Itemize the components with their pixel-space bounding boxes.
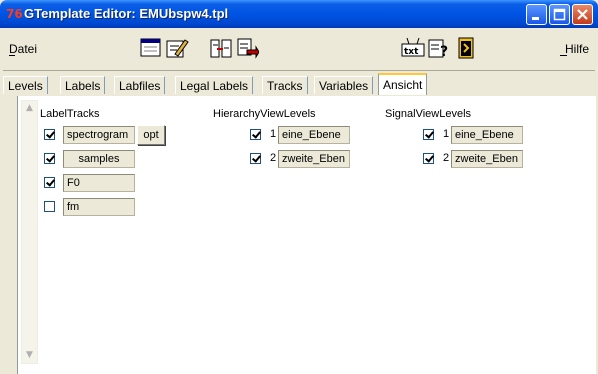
tab-variables[interactable]: Variables <box>314 76 374 94</box>
label-track-checkbox-spectrogram[interactable] <box>44 129 55 140</box>
hierarchy-level-checkbox-1[interactable] <box>250 129 261 140</box>
label-track-checkbox-f0[interactable] <box>44 177 55 188</box>
split-icon <box>210 39 232 58</box>
tab-labels[interactable]: Labels <box>60 76 106 94</box>
app-icon: 76 <box>6 7 23 21</box>
window-icon <box>140 38 161 57</box>
opt-button[interactable]: opt <box>137 125 165 145</box>
window-title: GTemplate Editor: EMUbspw4.tpl <box>24 6 229 21</box>
scroll-down-icon[interactable]: ▼ <box>22 348 37 363</box>
minimize-button[interactable] <box>526 4 547 25</box>
close-button[interactable] <box>572 4 593 25</box>
export-tool-button[interactable] <box>235 36 259 60</box>
signal-level-field-2[interactable]: zweite_Eben <box>451 150 523 168</box>
menu-hilfe-underline <box>560 55 567 56</box>
label-track-checkbox-fm[interactable] <box>44 201 55 212</box>
label-tracks-title: LabelTracks <box>40 108 100 120</box>
close-icon <box>577 9 588 20</box>
split-tool-button[interactable] <box>209 36 233 60</box>
menu-datei[interactable]: Datei <box>9 42 37 56</box>
minimize-icon <box>532 17 539 20</box>
hierarchy-level-field-1[interactable]: eine_Ebene <box>278 126 350 144</box>
label-track-checkbox-samples[interactable] <box>44 153 55 164</box>
svg-text:txt: txt <box>404 47 419 57</box>
text-tool-button[interactable]: txt <box>401 36 425 60</box>
edit-tool-button[interactable] <box>165 36 189 60</box>
signal-level-checkbox-1[interactable] <box>423 129 434 140</box>
tab-tracks[interactable]: Tracks <box>262 76 308 94</box>
label-track-field-samples[interactable]: samples <box>63 150 135 168</box>
title-bar[interactable]: 76 GTemplate Editor: EMUbspw4.tpl <box>0 0 598 28</box>
tab-bar: Levels Labels Labfiles Legal Labels Trac… <box>3 72 595 96</box>
hierarchy-level-checkbox-2[interactable] <box>250 153 261 164</box>
help-tool-button[interactable]: ? <box>427 36 451 60</box>
maximize-button[interactable] <box>549 4 570 25</box>
exit-icon <box>458 37 474 59</box>
edit-icon <box>166 39 189 58</box>
tab-ansicht[interactable]: Ansicht <box>378 73 428 95</box>
window-tool-button[interactable] <box>139 36 163 60</box>
help-icon: ? <box>428 39 448 60</box>
signal-view-levels-title: SignalViewLevels <box>385 108 472 120</box>
hierarchy-level-field-2[interactable]: zweite_Eben <box>278 150 350 168</box>
hierarchy-view-levels-title: HierarchyViewLevels <box>213 108 316 120</box>
exit-tool-button[interactable] <box>455 36 479 60</box>
label-track-field-fm[interactable]: fm <box>63 198 135 216</box>
signal-level-field-1[interactable]: eine_Ebene <box>451 126 523 144</box>
signal-level-number-2: 2 <box>443 152 450 164</box>
hierarchy-level-number-2: 2 <box>270 152 277 164</box>
signal-level-checkbox-2[interactable] <box>423 153 434 164</box>
hierarchy-level-number-1: 1 <box>270 128 277 140</box>
tab-legal-labels[interactable]: Legal Labels <box>175 76 254 94</box>
scroll-up-icon[interactable]: ▲ <box>22 101 37 116</box>
menu-datei-underline <box>9 55 15 56</box>
tab-labfiles[interactable]: Labfiles <box>114 76 166 94</box>
menu-toolbar: Datei txt ? Hilfe <box>3 28 595 71</box>
tab-levels[interactable]: Levels <box>3 76 48 94</box>
menu-hilfe[interactable]: Hilfe <box>565 42 589 56</box>
signal-level-number-1: 1 <box>443 128 450 140</box>
text-icon: txt <box>401 37 425 57</box>
svg-text:?: ? <box>440 44 448 60</box>
vertical-scrollbar[interactable]: ▲ ▼ <box>21 100 38 364</box>
maximize-icon <box>553 8 566 21</box>
export-icon <box>237 38 259 59</box>
label-track-field-f0[interactable]: F0 <box>63 174 135 192</box>
label-track-field-spectrogram[interactable]: spectrogram <box>63 126 135 144</box>
